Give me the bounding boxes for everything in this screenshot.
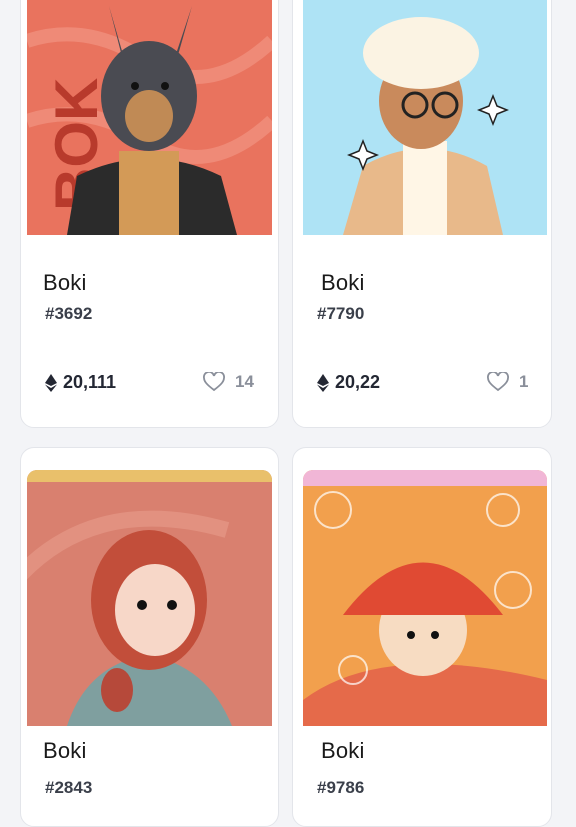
nft-image — [27, 470, 272, 726]
nft-collection-name: Boki — [43, 738, 87, 763]
nft-card[interactable]: Boki #2843 — [20, 447, 279, 827]
nft-collection-name: Boki — [43, 270, 87, 295]
like-count: 1 — [519, 372, 529, 391]
heart-icon — [203, 372, 225, 392]
nft-token-id: #9786 — [317, 778, 365, 797]
nft-image: BOK — [27, 0, 272, 235]
ethereum-icon — [45, 373, 57, 392]
nft-image — [303, 470, 547, 726]
nft-token-id: #3692 — [45, 304, 93, 323]
price-value: 20,22 — [335, 372, 381, 392]
nft-collection-name: Boki — [321, 270, 365, 295]
heart-icon — [487, 372, 509, 392]
nft-image — [303, 0, 547, 235]
nft-price: 20,22 — [317, 372, 380, 393]
ethereum-icon — [317, 373, 329, 392]
nft-token-id: #2843 — [45, 778, 93, 797]
like-button[interactable]: 1 — [487, 372, 528, 392]
nft-card[interactable]: Boki #9786 — [292, 447, 552, 827]
like-count: 14 — [235, 372, 254, 391]
nft-card[interactable]: BOK Boki #3692 20,111 14 — [20, 0, 279, 428]
nft-card[interactable]: Boki #7790 20,22 1 — [292, 0, 552, 428]
like-button[interactable]: 14 — [203, 372, 254, 392]
price-value: 20,111 — [63, 372, 117, 392]
nft-price: 20,111 — [45, 372, 116, 393]
nft-token-id: #7790 — [317, 304, 365, 323]
nft-collection-name: Boki — [321, 738, 365, 763]
